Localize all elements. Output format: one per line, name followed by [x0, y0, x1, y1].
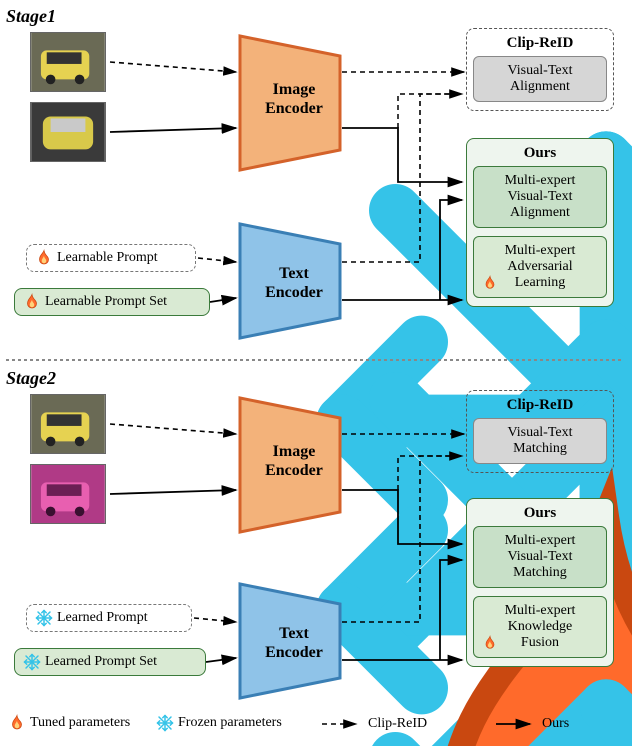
stage2-prompt-b: Learned Prompt Set — [14, 648, 206, 676]
legend-clip-text: Clip-ReID — [368, 716, 427, 732]
stage2-text-encoder-label: Text Encoder — [258, 624, 330, 662]
stage1-clip-box: Visual-Text Alignment — [473, 56, 607, 102]
snowflake-icon — [156, 714, 174, 732]
dashed-arrow-icon — [320, 717, 364, 731]
stage2-ours-box1: Multi-expert Visual-Text Matching — [473, 526, 607, 588]
stage1-ours-outer: Ours Multi-expert Visual-Text Alignment … — [466, 138, 614, 307]
stage2-image-b — [30, 464, 106, 524]
stage2-image-encoder-label: Image Encoder — [258, 442, 330, 480]
stage2-ours-box2: Multi-expert Knowledge Fusion — [473, 596, 607, 658]
stage2-clip-title: Clip-ReID — [473, 395, 607, 418]
legend-ours-text: Ours — [542, 716, 569, 732]
stage2-ours-title: Ours — [473, 503, 607, 526]
stage1-prompt-a: Learnable Prompt — [26, 244, 196, 272]
snowflake-icon — [23, 653, 41, 671]
flame-icon — [23, 293, 41, 311]
legend-clip: Clip-ReID — [320, 716, 427, 732]
legend-tuned-text: Tuned parameters — [30, 715, 130, 731]
flame-icon — [35, 249, 53, 267]
legend-frozen: Frozen parameters — [156, 714, 282, 732]
stage1-image-b — [30, 102, 106, 162]
stage2-prompt-b-text: Learned Prompt Set — [45, 654, 157, 670]
stage1-image-encoder-label: Image Encoder — [258, 80, 330, 118]
stage1-prompt-a-text: Learnable Prompt — [57, 250, 158, 266]
solid-arrow-icon — [494, 717, 538, 731]
stage1-prompt-b-text: Learnable Prompt Set — [45, 294, 167, 310]
flame-icon — [8, 714, 26, 732]
stage2-prompt-a-text: Learned Prompt — [57, 610, 148, 626]
flame-icon — [482, 275, 498, 291]
stage1-clip-title: Clip-ReID — [473, 33, 607, 56]
stage1-prompt-b: Learnable Prompt Set — [14, 288, 210, 316]
stage1-ours-box1: Multi-expert Visual-Text Alignment — [473, 166, 607, 228]
stage2-label: Stage2 — [6, 368, 56, 389]
stage2-ours-box2-text: Multi-expert Knowledge Fusion — [505, 603, 576, 651]
legend-ours: Ours — [494, 716, 569, 732]
stage2-image-a — [30, 394, 106, 454]
stage1-ours-box2-text: Multi-expert Adversarial Learning — [505, 243, 576, 291]
stage2-clip-outer: Clip-ReID Visual-Text Matching — [466, 390, 614, 473]
stage1-image-a — [30, 32, 106, 92]
stage1-label: Stage1 — [6, 6, 56, 27]
stage2-ours-outer: Ours Multi-expert Visual-Text Matching M… — [466, 498, 614, 667]
stage1-text-encoder-label: Text Encoder — [258, 264, 330, 302]
legend-frozen-text: Frozen parameters — [178, 715, 282, 731]
stage2-prompt-a: Learned Prompt — [26, 604, 192, 632]
stage2-clip-box: Visual-Text Matching — [473, 418, 607, 464]
legend-tuned: Tuned parameters — [8, 714, 130, 732]
flame-icon — [482, 635, 498, 651]
snowflake-icon — [35, 609, 53, 627]
stage1-ours-title: Ours — [473, 143, 607, 166]
stage1-ours-box2: Multi-expert Adversarial Learning — [473, 236, 607, 298]
stage1-clip-outer: Clip-ReID Visual-Text Alignment — [466, 28, 614, 111]
